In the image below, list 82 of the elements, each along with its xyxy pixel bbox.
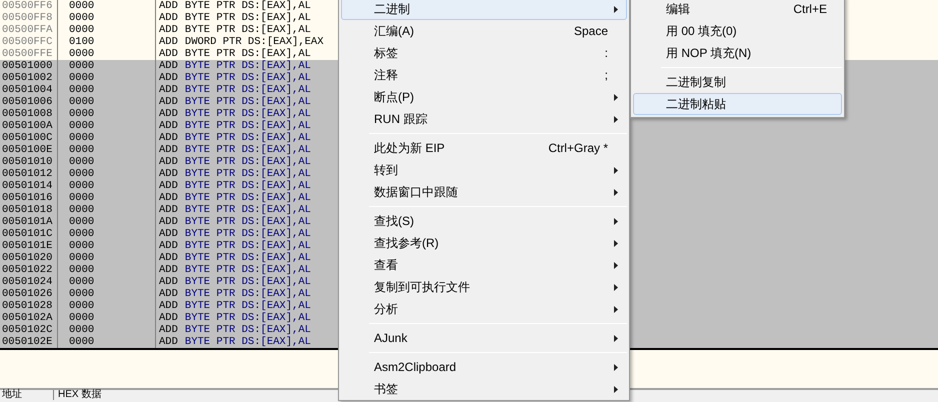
mnemonic-text: ADD xyxy=(159,312,178,324)
mnemonic-text: ADD xyxy=(159,180,178,192)
operand-text: BYTE PTR DS:[EAX],AL xyxy=(184,312,311,324)
mnemonic-text: ADD xyxy=(159,0,178,12)
operand-text: BYTE PTR DS:[EAX],AL xyxy=(184,264,311,276)
operand-text: BYTE PTR DS:[EAX],AL xyxy=(184,300,311,312)
menu-item[interactable]: 查找参考(R) xyxy=(341,232,627,254)
menu-item[interactable]: 查看 xyxy=(341,254,627,276)
mnemonic-text: ADD xyxy=(159,156,178,168)
operand-text: BYTE PTR DS:[EAX],AL xyxy=(184,216,311,228)
operand-text: BYTE PTR DS:[EAX],AL xyxy=(184,336,311,348)
menu-item[interactable]: 分析 xyxy=(341,298,627,320)
mnemonic-text: ADD xyxy=(159,12,178,24)
operand-text: BYTE PTR DS:[EAX],AL xyxy=(184,84,311,96)
mnemonic-text: ADD xyxy=(159,276,178,288)
operand-text: BYTE PTR DS:[EAX],AL xyxy=(184,60,311,72)
mnemonic-text: ADD xyxy=(159,204,178,216)
operand-text: BYTE PTR DS:[EAX],AL xyxy=(184,288,311,300)
mnemonic-text: ADD xyxy=(159,96,178,108)
operand-text: BYTE PTR DS:[EAX],AL xyxy=(184,24,311,36)
mnemonic-text: ADD xyxy=(159,24,178,36)
operand-text: BYTE PTR DS:[EAX],AL xyxy=(184,228,311,240)
menu-item[interactable]: 标签 : xyxy=(341,42,627,64)
operand-text: BYTE PTR DS:[EAX],AL xyxy=(184,72,311,84)
menu-item[interactable]: 此处为新 EIP Ctrl+Gray * xyxy=(341,137,627,159)
menu-item[interactable]: 用 NOP 填充(N) xyxy=(633,42,842,64)
operand-text: BYTE PTR DS:[EAX],AL xyxy=(184,324,311,336)
mnemonic-text: ADD xyxy=(159,288,178,300)
menu-item[interactable]: 二进制复制 xyxy=(633,71,842,93)
mnemonic-text: ADD xyxy=(159,84,178,96)
operand-text: BYTE PTR DS:[EAX],AL xyxy=(184,144,311,156)
operand-text: BYTE PTR DS:[EAX],AL xyxy=(184,108,311,120)
mnemonic-text: ADD xyxy=(159,300,178,312)
mnemonic-text: ADD xyxy=(159,168,178,180)
operand-text: DWORD PTR DS:[EAX],EAX xyxy=(184,36,324,48)
mnemonic-text: ADD xyxy=(159,132,178,144)
operand-text: BYTE PTR DS:[EAX],AL xyxy=(184,12,311,24)
menu-item[interactable]: 用 00 填充(0) xyxy=(633,20,842,42)
menu-item[interactable]: 查找(S) xyxy=(341,210,627,232)
mnemonic-text: ADD xyxy=(159,264,178,276)
menu-item[interactable]: 数据窗口中跟随 xyxy=(341,181,627,203)
menu-item[interactable]: 二进制粘贴 xyxy=(633,93,842,115)
mnemonic-text: ADD xyxy=(159,108,178,120)
operand-text: BYTE PTR DS:[EAX],AL xyxy=(184,204,311,216)
mnemonic-text: ADD xyxy=(159,72,178,84)
menu-item[interactable]: 编辑 Ctrl+E xyxy=(633,0,842,20)
mnemonic-text: ADD xyxy=(159,216,178,228)
operand-text: BYTE PTR DS:[EAX],AL xyxy=(184,132,311,144)
mnemonic-text: ADD xyxy=(159,120,178,132)
menu-item[interactable]: 复制到可执行文件 xyxy=(341,276,627,298)
menu-item[interactable]: 转到 xyxy=(341,159,627,181)
mnemonic-text: ADD xyxy=(159,228,178,240)
menu-item[interactable]: AJunk xyxy=(341,327,627,349)
operand-text: BYTE PTR DS:[EAX],AL xyxy=(184,180,311,192)
operand-text: BYTE PTR DS:[EAX],AL xyxy=(184,48,311,60)
operand-text: BYTE PTR DS:[EAX],AL xyxy=(184,192,311,204)
operand-text: BYTE PTR DS:[EAX],AL xyxy=(184,252,311,264)
menu-item[interactable]: 注释 ; xyxy=(341,64,627,86)
menu-item[interactable]: Asm2Clipboard xyxy=(341,356,627,378)
menu-item[interactable]: RUN 跟踪 xyxy=(341,108,627,130)
operand-text: BYTE PTR DS:[EAX],AL xyxy=(184,0,311,12)
mnemonic-text: ADD xyxy=(159,252,178,264)
mnemonic-text: ADD xyxy=(159,36,178,48)
operand-text: BYTE PTR DS:[EAX],AL xyxy=(184,276,311,288)
mnemonic-text: ADD xyxy=(159,192,178,204)
mnemonic-text: ADD xyxy=(159,48,178,60)
menu-item[interactable]: 断点(P) xyxy=(341,86,627,108)
operand-text: BYTE PTR DS:[EAX],AL xyxy=(184,96,311,108)
mnemonic-text: ADD xyxy=(159,324,178,336)
menu-item[interactable]: 书签 xyxy=(341,378,627,400)
operand-text: BYTE PTR DS:[EAX],AL xyxy=(184,156,311,168)
mnemonic-text: ADD xyxy=(159,240,178,252)
mnemonic-text: ADD xyxy=(159,60,178,72)
operand-text: BYTE PTR DS:[EAX],AL xyxy=(184,168,311,180)
mnemonic-text: ADD xyxy=(159,144,178,156)
column-header: HEX 数据 xyxy=(57,390,102,400)
menu-item[interactable]: 二进制 xyxy=(341,0,627,20)
operand-text: BYTE PTR DS:[EAX],AL xyxy=(184,120,311,132)
mnemonic-text: ADD xyxy=(159,336,178,348)
menu-item[interactable]: 汇编(A) Space xyxy=(341,20,627,42)
column-header: 地址 xyxy=(0,390,54,400)
operand-text: BYTE PTR DS:[EAX],AL xyxy=(184,240,311,252)
